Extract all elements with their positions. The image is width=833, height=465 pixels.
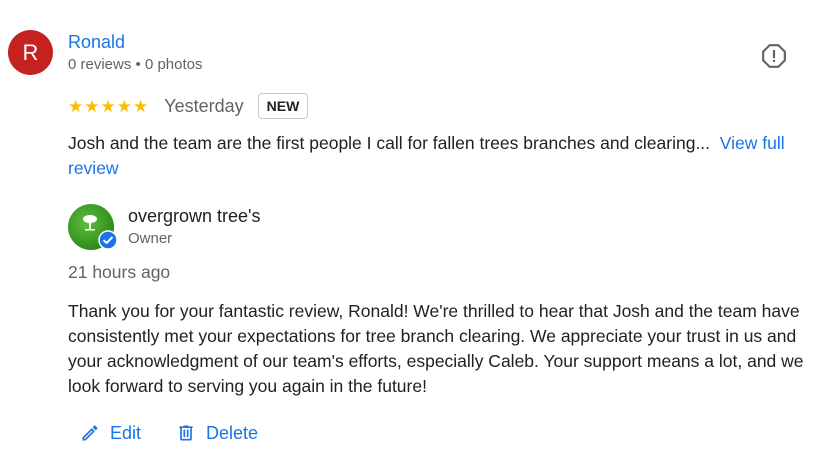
review-body: Josh and the team are the first people I… — [68, 133, 711, 153]
reviewer-name-link[interactable]: Ronald — [68, 32, 125, 53]
avatar-letter: R — [22, 39, 39, 65]
star-icon: ★ — [84, 96, 100, 116]
star-icon: ★ — [116, 96, 132, 116]
owner-role: Owner — [128, 230, 173, 247]
edit-label: Edit — [110, 422, 142, 443]
tree-logo-icon — [83, 215, 97, 231]
owner-reply-text: Thank you for your fantastic review, Ron… — [68, 301, 804, 396]
star-icon: ★ — [133, 96, 149, 116]
reviewer-meta: 0 reviews • 0 photos — [68, 56, 203, 73]
review-date: Yesterday — [164, 95, 244, 116]
star-rating: ★ ★ ★ ★ ★ — [68, 98, 148, 115]
new-badge: NEW — [257, 93, 309, 119]
reply-time: 21 hours ago — [68, 262, 171, 282]
star-icon: ★ — [68, 96, 84, 116]
delete-reply-button[interactable]: Delete — [176, 420, 258, 446]
review-text: Josh and the team are the first people I… — [68, 131, 808, 181]
report-flag-icon — [762, 44, 786, 68]
pencil-icon — [82, 425, 98, 441]
verified-badge-icon — [98, 230, 118, 250]
edit-reply-button[interactable]: Edit — [80, 420, 141, 446]
reviewer-avatar[interactable]: R — [8, 30, 53, 75]
delete-label: Delete — [206, 422, 259, 443]
trash-icon — [179, 425, 193, 441]
star-icon: ★ — [100, 96, 116, 116]
rating-row: ★ ★ ★ ★ ★ Yesterday NEW — [68, 92, 309, 120]
report-review-button[interactable] — [760, 42, 788, 70]
owner-name: overgrown tree's — [128, 206, 261, 226]
